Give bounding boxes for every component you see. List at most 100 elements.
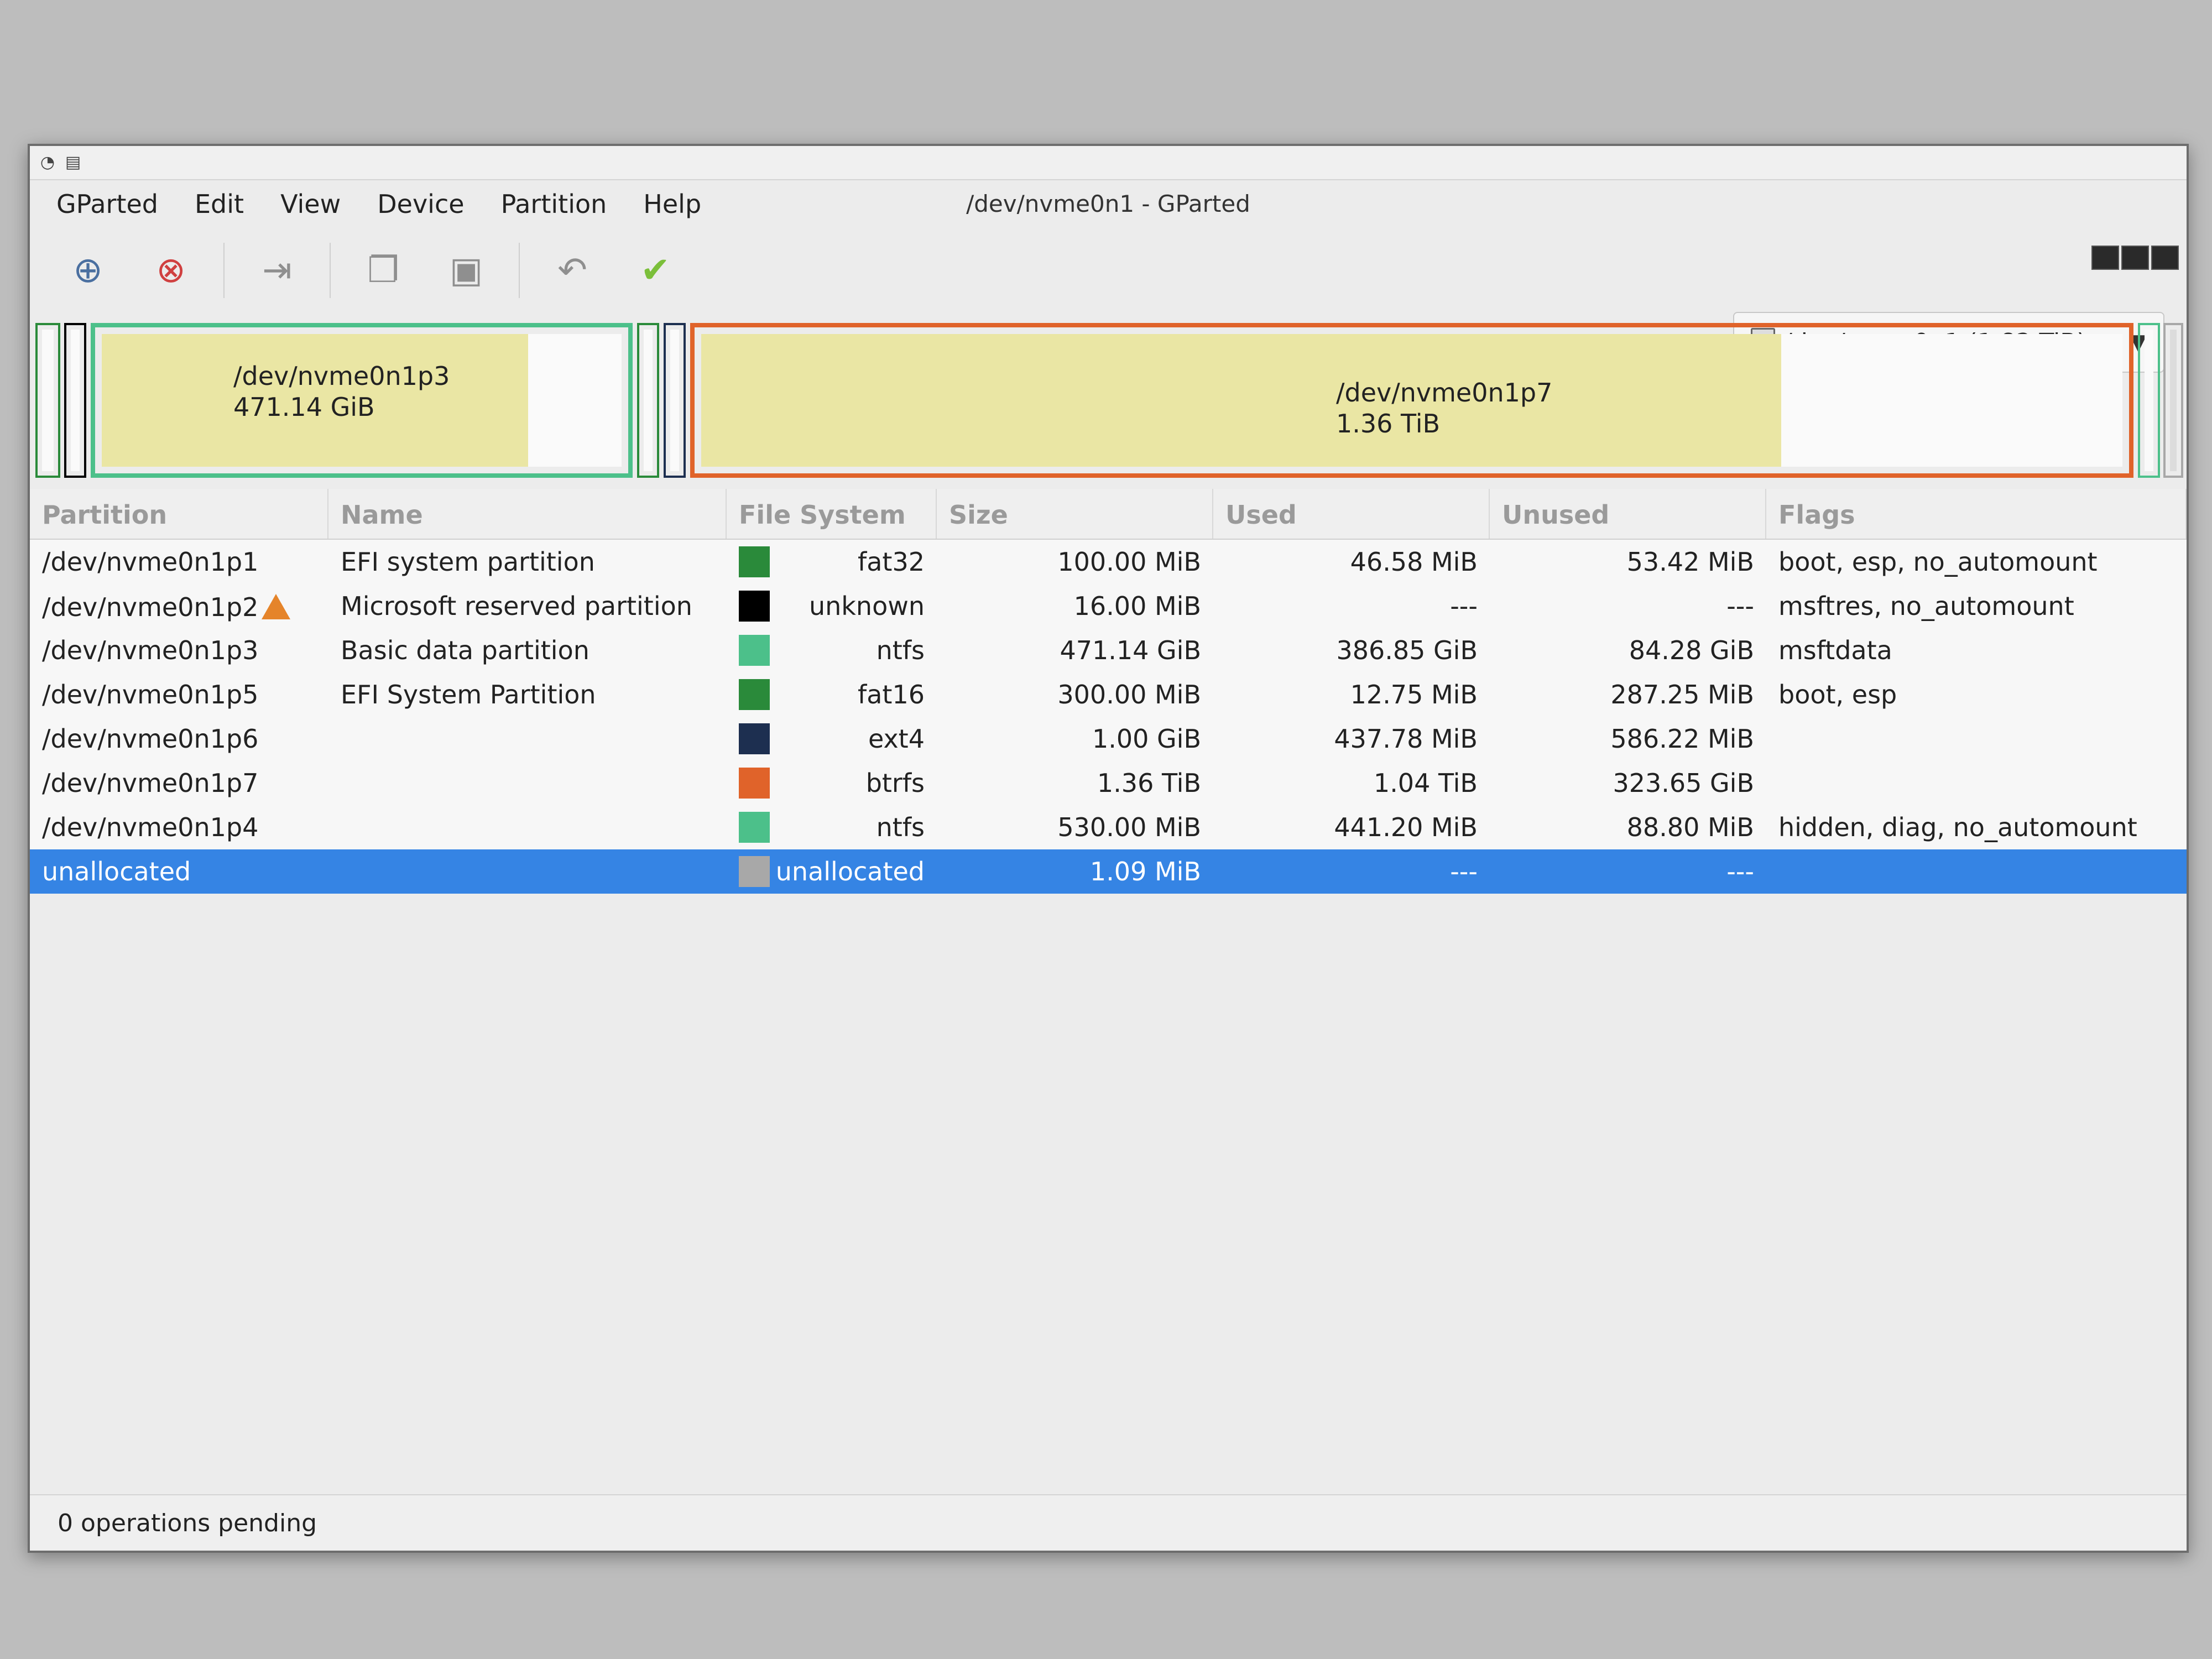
column-name[interactable]: Name (328, 489, 727, 539)
cell-unused: 84.28 GiB (1629, 635, 1754, 665)
map-segment-p1[interactable] (35, 323, 60, 478)
partition-map: /dev/nvme0n1p3 471.14 GiB /dev/nvme0n1p7… (35, 323, 2183, 478)
apply-icon[interactable]: ✔ (625, 243, 686, 298)
menu-help[interactable]: Help (628, 186, 717, 222)
filesystem-label: fat32 (858, 547, 925, 577)
cell-unused: 287.25 MiB (1610, 680, 1754, 709)
menubar: GParted Edit View Device Partition Help (30, 179, 2187, 229)
cell-used: 441.20 MiB (1334, 812, 1478, 842)
gparted-window: ◔ ▤ /dev/nvme0n1 - GParted GParted Edit … (28, 144, 2189, 1553)
cell-partition: unallocated (30, 857, 328, 886)
table-row[interactable]: /dev/nvme0n1p6 ext4 1.00 GiB 437.78 MiB 586.… (30, 717, 2187, 761)
menu-view[interactable]: View (265, 186, 356, 222)
cell-file-system: ntfs (727, 812, 937, 843)
table-row[interactable]: /dev/nvme0n1p2 Microsoft reserved partiti… (30, 584, 2187, 628)
column-size[interactable]: Size (937, 489, 1213, 539)
partition-path: /dev/nvme0n1p3 (42, 635, 259, 665)
map-segment-p2[interactable] (64, 323, 86, 478)
window-menu-icon[interactable]: ◔ (38, 153, 58, 173)
map-segment-p4[interactable] (2138, 323, 2160, 478)
copy-icon[interactable]: ❐ (353, 243, 414, 298)
cell-used: --- (1450, 857, 1478, 886)
map-p7-name: /dev/nvme0n1p7 (1336, 378, 1553, 408)
table-row[interactable]: /dev/nvme0n1p3 Basic data partition ntfs 47… (30, 628, 2187, 672)
cell-name: Microsoft reserved partition (341, 591, 692, 621)
cell-size: 1.00 GiB (1092, 724, 1201, 754)
cell-flags: hidden, diag, no_automount (1778, 812, 2137, 842)
filesystem-color-swatch (739, 723, 770, 754)
cell-partition: /dev/nvme0n1p7 (30, 768, 328, 798)
menu-gparted[interactable]: GParted (41, 186, 174, 222)
cell-partition: /dev/nvme0n1p1 (30, 547, 328, 577)
menu-edit[interactable]: Edit (179, 186, 259, 222)
cell-size: 1.09 MiB (1089, 857, 1201, 886)
partition-path: /dev/nvme0n1p5 (42, 680, 259, 709)
map-segment-p3[interactable]: /dev/nvme0n1p3 471.14 GiB (91, 323, 633, 478)
cell-file-system: fat32 (727, 546, 937, 577)
menu-device[interactable]: Device (362, 186, 479, 222)
map-p7-size: 1.36 TiB (1336, 409, 1441, 439)
column-partition[interactable]: Partition (30, 489, 328, 539)
filesystem-color-swatch (739, 635, 770, 666)
toolbar: ⊕ ⊗ ⇥ ❐ ▣ ↶ ✔ (30, 229, 2187, 312)
map-p3-size: 471.14 GiB (233, 392, 375, 422)
filesystem-label: ntfs (876, 812, 925, 842)
cell-file-system: ext4 (727, 723, 937, 754)
partition-path: /dev/nvme0n1p4 (42, 812, 259, 842)
table-row[interactable]: /dev/nvme0n1p5 EFI System Partition fat16 3… (30, 672, 2187, 717)
cell-used: 437.78 MiB (1334, 724, 1478, 754)
warning-icon (262, 593, 291, 619)
cell-partition: /dev/nvme0n1p4 (30, 812, 328, 842)
filesystem-color-swatch (739, 812, 770, 843)
cell-partition: /dev/nvme0n1p6 (30, 724, 328, 754)
map-p3-name: /dev/nvme0n1p3 (233, 361, 450, 391)
filesystem-color-swatch (739, 546, 770, 577)
undo-icon[interactable]: ↶ (542, 243, 603, 298)
filesystem-label: unknown (808, 591, 925, 621)
cell-flags: boot, esp (1778, 680, 1897, 709)
delete-partition-icon[interactable]: ⊗ (140, 243, 201, 298)
new-partition-icon[interactable]: ⊕ (58, 243, 118, 298)
column-flags[interactable]: Flags (1766, 489, 2187, 539)
table-row[interactable]: /dev/nvme0n1p1 EFI system partition fat32 1… (30, 540, 2187, 584)
table-row[interactable]: /dev/nvme0n1p7 btrfs 1.36 TiB 1.04 TiB 323.6… (30, 761, 2187, 805)
cell-flags: boot, esp, no_automount (1778, 547, 2098, 577)
cell-size: 300.00 MiB (1057, 680, 1201, 709)
status-text: 0 operations pending (58, 1509, 317, 1537)
filesystem-color-swatch (739, 856, 770, 887)
column-unused[interactable]: Unused (1490, 489, 1766, 539)
map-segment-p5[interactable] (637, 323, 659, 478)
table-body: /dev/nvme0n1p1 EFI system partition fat32 1… (30, 540, 2187, 894)
resize-move-icon[interactable]: ⇥ (247, 243, 307, 298)
cell-size: 530.00 MiB (1057, 812, 1201, 842)
cell-flags: msftdata (1778, 635, 1892, 665)
cell-unused: 586.22 MiB (1610, 724, 1754, 754)
paste-icon[interactable]: ▣ (436, 243, 497, 298)
partition-path: /dev/nvme0n1p6 (42, 724, 259, 754)
partition-path: /dev/nvme0n1p2 (42, 592, 259, 622)
cell-used: 46.58 MiB (1350, 547, 1478, 577)
map-segment-unallocated[interactable] (2163, 323, 2183, 478)
filesystem-label: btrfs (865, 768, 925, 798)
filesystem-label: unallocated (775, 857, 925, 886)
cell-size: 1.36 TiB (1097, 768, 1201, 798)
column-used[interactable]: Used (1213, 489, 1490, 539)
titlebar: ◔ ▤ (30, 146, 2187, 180)
filesystem-color-swatch (739, 591, 770, 622)
map-segment-p6[interactable] (664, 323, 686, 478)
map-segment-p7[interactable]: /dev/nvme0n1p7 1.36 TiB (690, 323, 2133, 478)
table-row[interactable]: /dev/nvme0n1p4 ntfs 530.00 MiB 441.20 MiB 88… (30, 805, 2187, 849)
partition-path: unallocated (42, 857, 191, 886)
app-icon: ▤ (65, 153, 81, 172)
cell-flags: msftres, no_automount (1778, 591, 2074, 621)
cell-partition: /dev/nvme0n1p3 (30, 635, 328, 665)
cell-file-system: btrfs (727, 768, 937, 799)
column-file-system[interactable]: File System (727, 489, 937, 539)
cell-partition: /dev/nvme0n1p5 (30, 680, 328, 709)
partition-table: Partition Name File System Size Used Unu… (30, 489, 2187, 894)
cell-file-system: unknown (727, 591, 937, 622)
table-row[interactable]: unallocated unallocated 1.09 MiB --- --- (30, 849, 2187, 894)
cell-size: 471.14 GiB (1060, 635, 1201, 665)
menu-partition[interactable]: Partition (486, 186, 623, 222)
cell-unused: 88.80 MiB (1626, 812, 1754, 842)
